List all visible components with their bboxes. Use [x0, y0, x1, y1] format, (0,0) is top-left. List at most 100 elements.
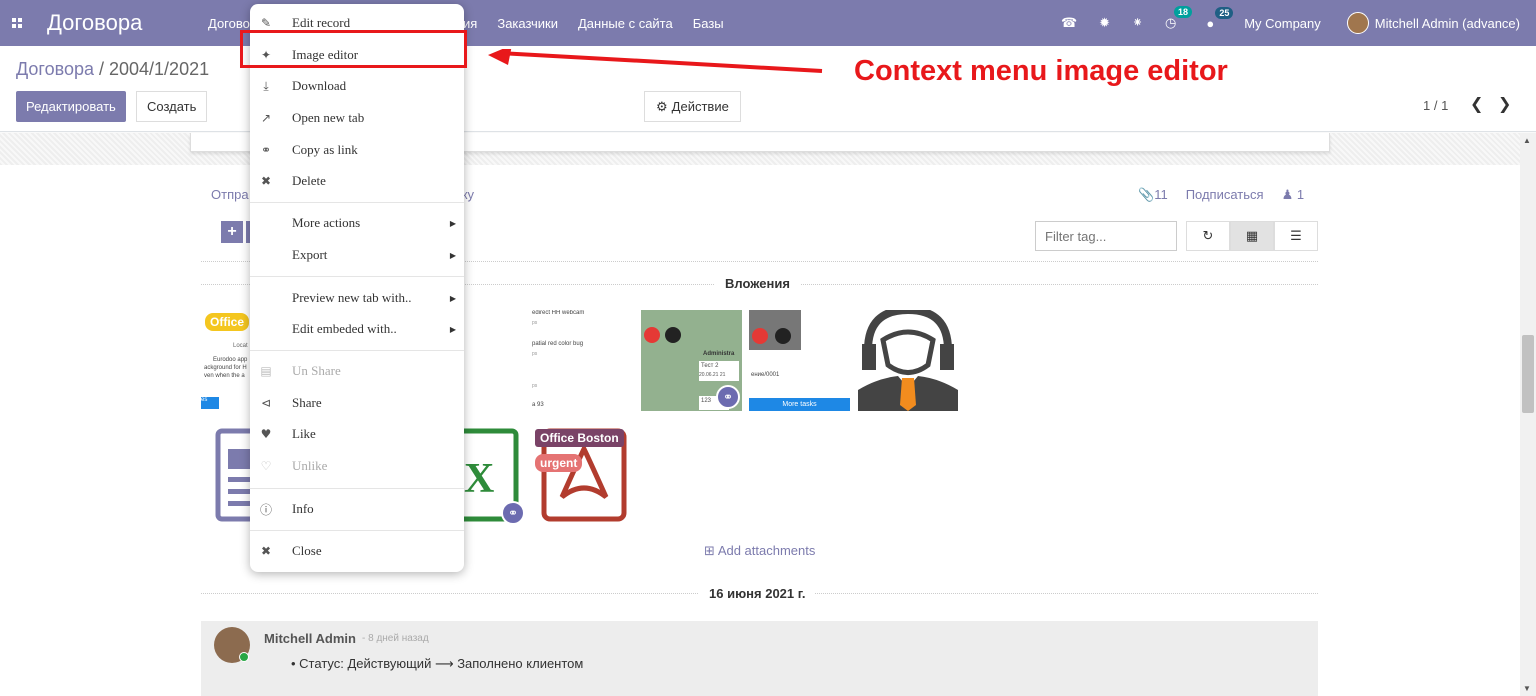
download-icon: ⤓ [263, 78, 269, 93]
message-date: - 8 дней назад [362, 633, 429, 644]
filter-tag-input[interactable] [1035, 221, 1177, 251]
pencil-square-icon: ✎ [260, 16, 272, 30]
submenu-arrow-icon: ▶ [449, 324, 456, 334]
menu-item-like[interactable]: ♥ Like [250, 423, 464, 445]
breadcrumb-current: 2004/1/2021 [109, 59, 210, 79]
heart-icon: ♥ [260, 427, 272, 441]
add-attachment-button[interactable]: + [221, 221, 243, 243]
tag-office-boston[interactable]: Office Boston [535, 429, 624, 447]
annotation-arrow [488, 49, 823, 73]
menu-item-customers[interactable]: Заказчики [497, 16, 558, 31]
send-message-tab[interactable]: Отпра [211, 187, 249, 202]
thumb-text: а 93 [532, 402, 544, 408]
menu-item-preview-new-tab[interactable]: Preview new tab with.. ▶ [250, 287, 464, 309]
attachment-thumb-mobile[interactable]: ение/0001 More tasks [749, 310, 850, 411]
breadcrumb: Договора / 2004/1/2021 [16, 59, 209, 80]
thumb-text: ps [532, 383, 538, 389]
menu-item-label: Copy as link [292, 142, 358, 157]
menu-item-open-new-tab[interactable]: ↗ Open new tab [250, 107, 464, 129]
scroll-up-icon[interactable]: ▲ [1523, 136, 1531, 145]
menu-item-edit-embeded[interactable]: Edit embeded with.. ▶ [250, 318, 464, 340]
menu-item-contracts[interactable]: Догово [208, 16, 250, 31]
bug-icon[interactable]: ✹ [1099, 15, 1110, 31]
grid-view-icon[interactable]: ▦ [1230, 221, 1274, 251]
paperclip-icon: 📎 [1138, 187, 1155, 202]
menu-item-label: Edit embeded with.. [292, 321, 397, 336]
edit-button[interactable]: Редактировать [16, 91, 126, 122]
scrollbar-thumb[interactable] [1522, 335, 1534, 413]
gear-icon: ⚙ [656, 98, 668, 114]
follow-button[interactable]: Подписаться [1186, 187, 1264, 203]
thumb-text: Eurodoo app [213, 357, 248, 363]
phone-icon[interactable]: ☎ [1061, 15, 1077, 31]
menu-divider [250, 530, 464, 531]
thumb-text: Locat [233, 343, 248, 349]
action-button[interactable]: ⚙ Действие [644, 91, 741, 122]
create-button[interactable]: Создать [136, 91, 208, 122]
add-attachments-link[interactable]: ⊞ Add attachments [704, 543, 815, 559]
pager-prev-icon[interactable]: ❮ [1470, 94, 1483, 114]
top-navbar: Договора Догово ния Заказчики Данные с с… [0, 0, 1536, 46]
menu-item-more-actions[interactable]: More actions ▶ [250, 212, 464, 234]
add-attachments-label: Add attachments [717, 543, 816, 558]
pager-value[interactable]: 1 / 1 [1423, 98, 1448, 113]
menu-item-label: Close [292, 543, 322, 558]
menu-item-close[interactable]: ✖ Close [250, 540, 464, 562]
list-view-icon[interactable]: ☰ [1274, 221, 1318, 251]
menu-item-info[interactable]: ⓘ Info [250, 498, 464, 520]
thumb-text: ение/0001 [751, 372, 780, 378]
user-icon: ♟ [1281, 187, 1294, 202]
breadcrumb-parent[interactable]: Договора [16, 59, 94, 79]
spinner-icon[interactable]: ⁕ [1132, 15, 1143, 31]
thumb-dark-dot [775, 328, 791, 344]
share-square-icon: ▤ [260, 364, 272, 378]
attachments-title: Вложения [715, 276, 800, 291]
menu-item-bases[interactable]: Базы [693, 16, 724, 31]
menu-divider [250, 488, 464, 489]
link-icon[interactable]: ⚭ [501, 501, 525, 525]
attachment-thumb-tasks[interactable]: edirect HH webcam ps patial red color bu… [530, 310, 633, 411]
support-agent-icon [858, 310, 958, 411]
thumb-text: patial red color bug [532, 341, 584, 347]
menu-item-copy-as-link[interactable]: ⚭ Copy as link [250, 139, 464, 161]
menu-item-download[interactable]: ⤓ Download [250, 75, 464, 97]
user-avatar[interactable] [1346, 12, 1369, 34]
tag-office[interactable]: Office [205, 313, 250, 331]
attachment-thumb-support-avatar[interactable] [858, 310, 958, 411]
menu-item-share[interactable]: ⊲ Share [250, 392, 464, 414]
online-status-icon [239, 652, 249, 662]
menu-item-label: Info [292, 501, 314, 516]
heart-outline-icon: ♡ [260, 459, 272, 473]
submenu-arrow-icon: ▶ [449, 293, 456, 303]
followers-counter[interactable]: ♟ 1 [1282, 187, 1305, 203]
message-author[interactable]: Mitchell Admin [264, 631, 356, 646]
attachments-counter[interactable]: 📎11 [1138, 187, 1168, 203]
company-switcher[interactable]: My Company [1244, 16, 1321, 31]
menu-divider [250, 202, 464, 203]
thumb-text: edirect HH webcam [532, 310, 585, 316]
menu-item-delete[interactable]: ✖ Delete [250, 170, 464, 192]
thumb-red-dot [644, 327, 660, 343]
activity-clock-icon[interactable]: ◷ 18 [1165, 6, 1192, 31]
apps-menu-icon[interactable] [0, 0, 34, 46]
chatter-topbar-right: 📎11 Подписаться ♟ 1 [1138, 187, 1304, 203]
messages-icon[interactable]: ● 25 [1206, 6, 1234, 31]
scroll-down-icon[interactable]: ▼ [1523, 684, 1531, 693]
menu-item-label: Un Share [292, 363, 341, 378]
user-menu[interactable]: Mitchell Admin (advance) [1375, 16, 1520, 31]
thumb-text: ps [532, 320, 538, 326]
tag-urgent[interactable]: urgent [535, 454, 583, 472]
menu-divider [250, 350, 464, 351]
thumb-text: ps [532, 351, 538, 357]
chatter-message: Mitchell Admin - 8 дней назад • Статус: … [201, 621, 1318, 696]
menu-item-site-data[interactable]: Данные с сайта [578, 16, 673, 31]
menu-item-export[interactable]: Export ▶ [250, 244, 464, 266]
app-brand[interactable]: Договора [47, 10, 142, 36]
menu-item-label: Share [292, 395, 322, 410]
pager-next-icon[interactable]: ❯ [1498, 94, 1511, 114]
page-scrollbar[interactable] [1520, 133, 1536, 696]
annotation-label: Context menu image editor [854, 55, 1228, 87]
refresh-icon[interactable]: ↻ [1186, 221, 1230, 251]
link-icon: ⚭ [260, 143, 272, 157]
link-icon[interactable]: ⚭ [716, 385, 740, 409]
